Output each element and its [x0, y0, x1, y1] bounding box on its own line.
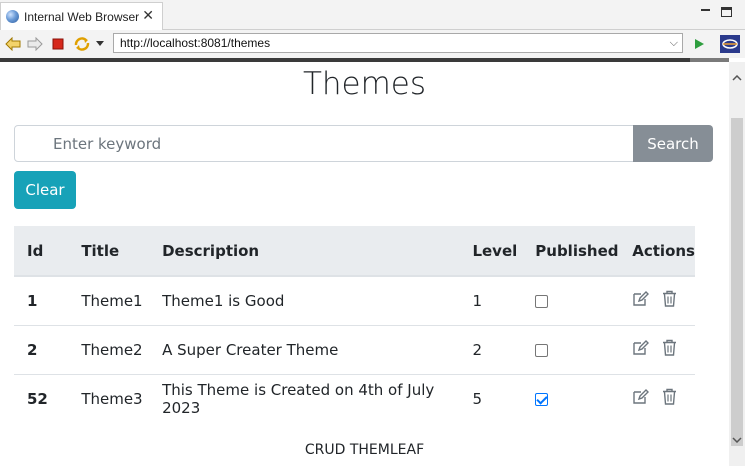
edit-icon[interactable]	[632, 339, 650, 360]
table-header-row: Id Title Description Level Published Act…	[14, 226, 695, 277]
cell-level: 1	[459, 276, 523, 326]
themes-table: Id Title Description Level Published Act…	[14, 226, 695, 423]
edit-icon[interactable]	[632, 388, 650, 409]
cell-level: 5	[472, 389, 482, 408]
cell-level: 2	[459, 325, 523, 375]
cell-title: Theme3	[81, 389, 143, 408]
cell-id: 1	[14, 276, 69, 326]
eclipse-icon[interactable]	[719, 35, 741, 53]
scrollbar-thumb[interactable]	[731, 118, 743, 446]
cell-published	[522, 374, 619, 423]
cell-published	[522, 325, 620, 375]
delete-icon[interactable]	[662, 290, 677, 311]
cell-id: 2	[14, 325, 69, 375]
globe-icon	[6, 10, 19, 23]
browser-tab-title: Internal Web Browser	[24, 9, 140, 24]
table-row: 2 Theme2 A Super Creater Theme 2	[14, 325, 695, 375]
cell-actions	[619, 276, 695, 326]
table-row: 1 Theme1 Theme1 is Good 1	[14, 276, 695, 326]
maximize-icon[interactable]	[721, 7, 732, 17]
cell-actions	[619, 325, 695, 375]
edit-icon[interactable]	[632, 290, 650, 311]
refresh-icon[interactable]	[72, 35, 92, 53]
cell-description: A Super Creater Theme	[149, 325, 460, 375]
search-button[interactable]: Search	[633, 125, 713, 162]
search-input[interactable]	[14, 125, 634, 162]
forward-icon[interactable]	[26, 35, 44, 53]
column-header-actions: Actions	[619, 226, 695, 277]
published-checkbox[interactable]	[535, 392, 549, 406]
browser-tab[interactable]: Internal Web Browser ✕	[0, 2, 163, 30]
cell-description: This Theme is Created on 4th of July 202…	[162, 380, 435, 417]
table-row: 52 Theme3 This Theme is Created on 4th o…	[14, 374, 695, 423]
address-bar[interactable]: http://localhost:8081/themes ⌵	[113, 33, 683, 53]
cell-actions	[619, 374, 695, 423]
delete-icon[interactable]	[662, 339, 677, 360]
page-footer: CRUD THEMLEAF	[304, 442, 425, 458]
published-checkbox[interactable]	[535, 294, 549, 308]
column-header-title: Title	[68, 226, 150, 277]
close-icon[interactable]: ✕	[142, 8, 154, 24]
page-content: Themes Search Clear Id Title Description…	[0, 62, 729, 466]
go-icon[interactable]	[690, 35, 708, 53]
stop-icon[interactable]	[50, 35, 66, 53]
column-header-id: Id	[14, 226, 69, 277]
clear-button[interactable]: Clear	[14, 171, 76, 209]
published-checkbox[interactable]	[535, 343, 549, 357]
scroll-down-icon[interactable]	[729, 430, 745, 450]
chevron-down-icon[interactable]: ⌵	[670, 36, 678, 50]
column-header-description: Description	[149, 226, 460, 277]
cell-published	[522, 276, 620, 326]
delete-icon[interactable]	[662, 388, 677, 409]
cell-id: 52	[27, 389, 48, 408]
column-header-level: Level	[459, 226, 523, 277]
cell-title: Theme2	[68, 325, 150, 375]
cell-description: Theme1 is Good	[149, 276, 460, 326]
page-title: Themes	[302, 66, 427, 102]
back-icon[interactable]	[4, 35, 22, 53]
address-bar-url: http://localhost:8081/themes	[120, 36, 271, 50]
minimize-icon[interactable]	[700, 6, 712, 16]
cell-title: Theme1	[68, 276, 150, 326]
vertical-scrollbar[interactable]	[729, 62, 745, 466]
chevron-down-icon[interactable]	[95, 35, 105, 53]
scroll-up-icon[interactable]	[729, 68, 745, 88]
column-header-published: Published	[522, 226, 620, 277]
browser-tab-bar: Internal Web Browser ✕	[0, 0, 745, 30]
